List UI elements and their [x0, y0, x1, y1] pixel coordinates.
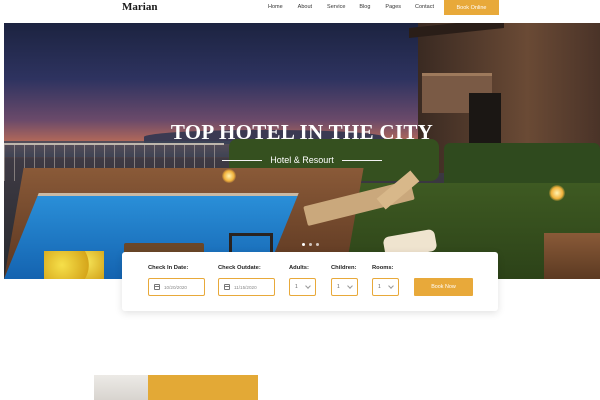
chevron-down-icon — [347, 283, 353, 289]
book-now-button[interactable]: Book Now — [414, 278, 473, 296]
calendar-icon — [224, 284, 230, 290]
calendar-icon — [154, 284, 160, 290]
check-in-input[interactable] — [164, 284, 202, 290]
hero-banner: TOP HOTEL IN THE CITY Hotel & Resourt — [4, 23, 600, 279]
nav-blog[interactable]: Blog — [359, 4, 370, 10]
check-out-field[interactable] — [218, 278, 275, 296]
check-out-input[interactable] — [234, 284, 272, 290]
hero-subtitle: Hotel & Resourt — [270, 155, 334, 165]
hero-lamp — [549, 185, 565, 201]
chevron-down-icon — [388, 283, 394, 289]
section-image-gray — [94, 375, 148, 400]
hero-steps — [544, 233, 600, 279]
nav-about[interactable]: About — [298, 4, 312, 10]
children-select[interactable]: 1 — [331, 278, 358, 296]
nav-contact[interactable]: Contact — [415, 4, 434, 10]
main-nav: Home About Service Blog Pages Contact — [268, 4, 434, 10]
divider-line — [341, 159, 382, 161]
section-image-gold — [148, 375, 258, 400]
rooms-value: 1 — [378, 284, 381, 290]
slider-dots — [302, 243, 319, 246]
slider-dot[interactable] — [316, 243, 319, 246]
check-in-label: Check In Date: — [148, 265, 189, 271]
chevron-down-icon — [305, 283, 311, 289]
hero-subtitle-row: Hotel & Resourt — [4, 155, 600, 165]
nav-home[interactable]: Home — [268, 4, 283, 10]
children-label: Children: — [331, 265, 357, 271]
site-logo[interactable]: Marian — [122, 1, 157, 13]
slider-dot[interactable] — [309, 243, 312, 246]
rooms-label: Rooms: — [372, 265, 394, 271]
hero-flowers — [44, 251, 104, 279]
adults-select[interactable]: 1 — [289, 278, 316, 296]
nav-service[interactable]: Service — [327, 4, 345, 10]
hero-lamp — [222, 169, 236, 183]
hero-title: TOP HOTEL IN THE CITY — [170, 120, 434, 144]
check-in-field[interactable] — [148, 278, 205, 296]
nav-pages[interactable]: Pages — [385, 4, 401, 10]
check-out-label: Check Outdate: — [218, 265, 261, 271]
site-header: Marian Home About Service Blog Pages Con… — [0, 0, 600, 22]
children-value: 1 — [337, 284, 340, 290]
book-online-button[interactable]: Book Online — [444, 0, 499, 15]
divider-line — [222, 159, 263, 161]
booking-form: Check In Date: Check Outdate: Adults: 1 … — [122, 252, 498, 311]
slider-dot[interactable] — [302, 243, 305, 246]
rooms-select[interactable]: 1 — [372, 278, 399, 296]
adults-value: 1 — [295, 284, 298, 290]
adults-label: Adults: — [289, 265, 309, 271]
